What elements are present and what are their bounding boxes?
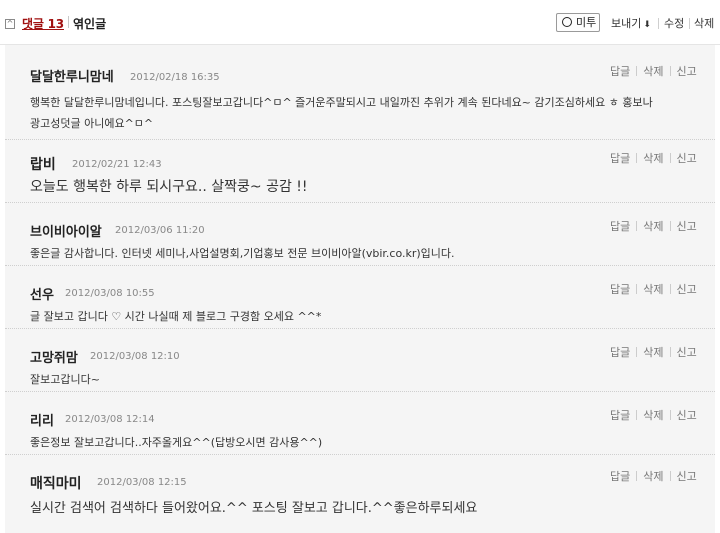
- comment-item: 리리 2012/03/08 12:14 답글 삭제 신고 좋은정보 잘보고갑니다..…: [5, 392, 715, 455]
- comment-author[interactable]: 달달한루니맘네: [30, 66, 114, 85]
- reply-link[interactable]: 답글: [610, 281, 630, 297]
- tab-divider: [68, 16, 69, 28]
- comment-author[interactable]: 매직마미: [30, 473, 82, 493]
- tab-comments[interactable]: 댓글 13: [22, 15, 64, 32]
- comment-item: 달달한루니맘네 2012/02/18 16:35 답글 삭제 신고 행복한 달달한루…: [5, 45, 715, 140]
- comment-actions: 답글 삭제 신고: [610, 150, 697, 166]
- delete-comment-link[interactable]: 삭제: [643, 407, 663, 423]
- comment-author[interactable]: 리리: [30, 410, 54, 429]
- reply-link[interactable]: 답글: [610, 150, 630, 166]
- toolbar-divider: [658, 18, 659, 29]
- comment-actions: 답글 삭제 신고: [610, 281, 697, 297]
- delete-post-button[interactable]: 삭제: [694, 17, 714, 30]
- reply-link[interactable]: 답글: [610, 344, 630, 360]
- mitu-button-label: 미투: [576, 16, 597, 29]
- comment-date: 2012/03/08 12:14: [65, 414, 155, 425]
- comment-date: 2012/03/08 12:15: [97, 477, 187, 488]
- comment-item: 선우 2012/03/08 10:55 답글 삭제 신고 글 잘보고 갑니다 ♡ 시…: [5, 266, 715, 329]
- comment-author[interactable]: 선우: [30, 284, 54, 303]
- comment-body: 좋은정보 잘보고갑니다..자주올게요^^(답방오시면 감사용^^): [30, 436, 323, 449]
- comment-date: 2012/03/08 10:55: [65, 288, 155, 299]
- delete-comment-link[interactable]: 삭제: [643, 63, 663, 79]
- comment-body: 행복한 달달한루니맘네입니다. 포스팅잘보고갑니다^ㅁ^ 즐거운주말되시고 내일…: [30, 92, 653, 134]
- report-link[interactable]: 신고: [677, 218, 697, 234]
- reply-link[interactable]: 답글: [610, 468, 630, 484]
- comment-actions: 답글 삭제 신고: [610, 407, 697, 423]
- report-link[interactable]: 신고: [677, 407, 697, 423]
- comment-line: 행복한 달달한루니맘네입니다. 포스팅잘보고갑니다^ㅁ^ 즐거운주말되시고 내일…: [30, 96, 653, 109]
- comment-item: 매직마미 2012/03/08 12:15 답글 삭제 신고 실시간 검색어 검색하…: [5, 455, 715, 533]
- comment-item: 고망쥐맘 2012/03/08 12:10 답글 삭제 신고 잘보고갑니다~: [5, 329, 715, 392]
- comment-body: 오늘도 행복한 하루 되시구요.. 살짝쿵~ 공감 !!: [30, 179, 308, 195]
- comment-actions: 답글 삭제 신고: [610, 218, 697, 234]
- report-link[interactable]: 신고: [677, 281, 697, 297]
- report-link[interactable]: 신고: [677, 468, 697, 484]
- download-arrow-icon: ⬇: [643, 20, 651, 30]
- comment-body: 실시간 검색어 검색하다 들어왔어요.^^ 포스팅 잘보고 갑니다.^^좋은하루…: [30, 501, 478, 516]
- report-link[interactable]: 신고: [677, 63, 697, 79]
- delete-comment-link[interactable]: 삭제: [643, 281, 663, 297]
- comment-date: 2012/03/08 12:10: [90, 351, 180, 362]
- delete-comment-link[interactable]: 삭제: [643, 150, 663, 166]
- delete-comment-link[interactable]: 삭제: [643, 218, 663, 234]
- collapse-box-icon[interactable]: ^: [5, 19, 15, 29]
- comment-actions: 답글 삭제 신고: [610, 468, 697, 484]
- report-link[interactable]: 신고: [677, 150, 697, 166]
- reply-link[interactable]: 답글: [610, 218, 630, 234]
- delete-comment-link[interactable]: 삭제: [643, 468, 663, 484]
- toolbar-divider: [689, 18, 690, 29]
- comment-date: 2012/02/21 12:43: [72, 159, 162, 170]
- comment-body: 잘보고갑니다~: [30, 373, 100, 386]
- export-button[interactable]: 보내기 ⬇: [611, 17, 651, 32]
- comment-item: 랍비 2012/02/21 12:43 답글 삭제 신고 오늘도 행복한 하루 되시…: [5, 140, 715, 203]
- me2day-icon: [562, 17, 572, 27]
- comment-list: 달달한루니맘네 2012/02/18 16:35 답글 삭제 신고 행복한 달달한루…: [5, 45, 715, 533]
- comment-body: 좋은글 감사합니다. 인터넷 세미나,사업설명회,기업홍보 전문 브이비아알(v…: [30, 247, 455, 260]
- tab-linked-posts[interactable]: 엮인글: [73, 15, 106, 32]
- comment-date: 2012/02/18 16:35: [130, 72, 220, 83]
- comment-author[interactable]: 브이비아이알: [30, 221, 102, 240]
- comment-author[interactable]: 고망쥐맘: [30, 347, 78, 366]
- comment-header-bar: ^ 댓글 13 엮인글 미투 보내기 ⬇ 수정 삭제: [0, 0, 720, 45]
- comment-date: 2012/03/06 11:20: [115, 225, 205, 236]
- comment-actions: 답글 삭제 신고: [610, 344, 697, 360]
- comment-item: 브이비아이알 2012/03/06 11:20 답글 삭제 신고 좋은글 감사합니다…: [5, 203, 715, 266]
- comment-author[interactable]: 랍비: [30, 154, 56, 174]
- delete-comment-link[interactable]: 삭제: [643, 344, 663, 360]
- reply-link[interactable]: 답글: [610, 63, 630, 79]
- comment-line: 광고성덧글 아니에요^ㅁ^: [30, 117, 154, 130]
- export-label: 보내기: [611, 17, 642, 30]
- report-link[interactable]: 신고: [677, 344, 697, 360]
- reply-link[interactable]: 답글: [610, 407, 630, 423]
- comment-actions: 답글 삭제 신고: [610, 63, 697, 79]
- edit-button[interactable]: 수정: [664, 17, 684, 30]
- comment-body: 글 잘보고 갑니다 ♡ 시간 나실때 제 블로그 구경함 오세요 ^^*: [30, 310, 322, 323]
- mitu-button[interactable]: 미투: [556, 13, 600, 32]
